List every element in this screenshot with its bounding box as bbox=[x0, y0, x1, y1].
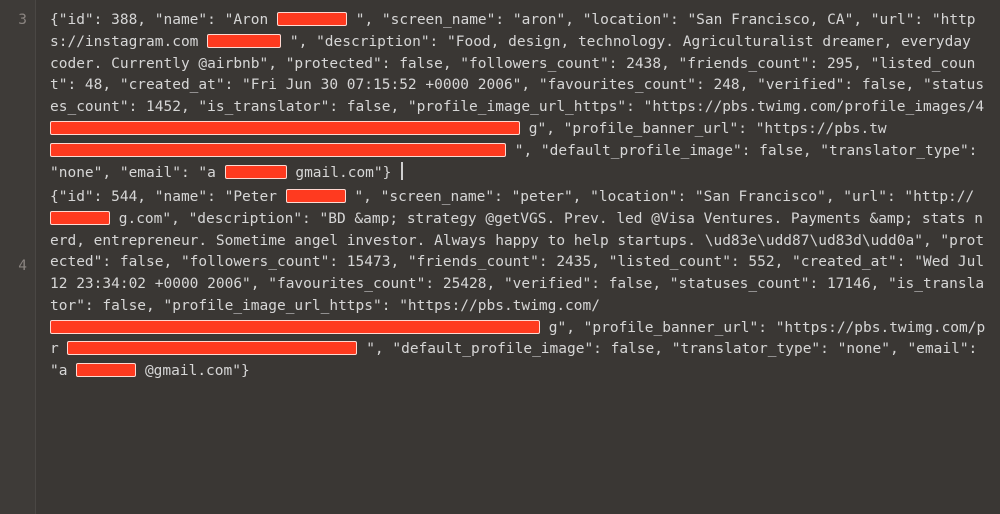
code-area[interactable]: {"id": 388, "name": "Aron ", "screen_nam… bbox=[36, 0, 1000, 514]
code-text: gmail.com"} bbox=[295, 165, 391, 181]
code-text: {"id": 544, "name": "Peter bbox=[50, 189, 286, 205]
redaction-box bbox=[207, 34, 281, 48]
line-number: 4 bbox=[0, 256, 27, 386]
redaction-box bbox=[277, 12, 347, 26]
redaction-box bbox=[50, 121, 520, 135]
redaction-box bbox=[225, 165, 287, 179]
line-number-gutter: 3 4 bbox=[0, 0, 36, 514]
code-line: {"id": 388, "name": "Aron ", "screen_nam… bbox=[50, 10, 988, 185]
code-text: ", "screen_name": "peter", "location": "… bbox=[354, 189, 974, 205]
code-text: {"id": 388, "name": "Aron bbox=[50, 12, 277, 28]
code-editor: 3 4 {"id": 388, "name": "Aron ", "screen… bbox=[0, 0, 1000, 514]
redaction-box bbox=[50, 143, 506, 157]
code-text: g.com", "description": "BD &amp; strateg… bbox=[50, 211, 984, 314]
redaction-box bbox=[50, 211, 110, 225]
code-line: {"id": 544, "name": "Peter ", "screen_na… bbox=[50, 187, 988, 383]
code-text: g", "profile_banner_url": "https://pbs.t… bbox=[529, 121, 887, 137]
redaction-box bbox=[67, 341, 357, 355]
redaction-box bbox=[76, 363, 136, 377]
redaction-box bbox=[50, 320, 540, 334]
redaction-box bbox=[286, 189, 346, 203]
text-cursor bbox=[401, 162, 403, 180]
code-text: @gmail.com"} bbox=[145, 363, 250, 379]
line-number: 3 bbox=[0, 10, 27, 256]
